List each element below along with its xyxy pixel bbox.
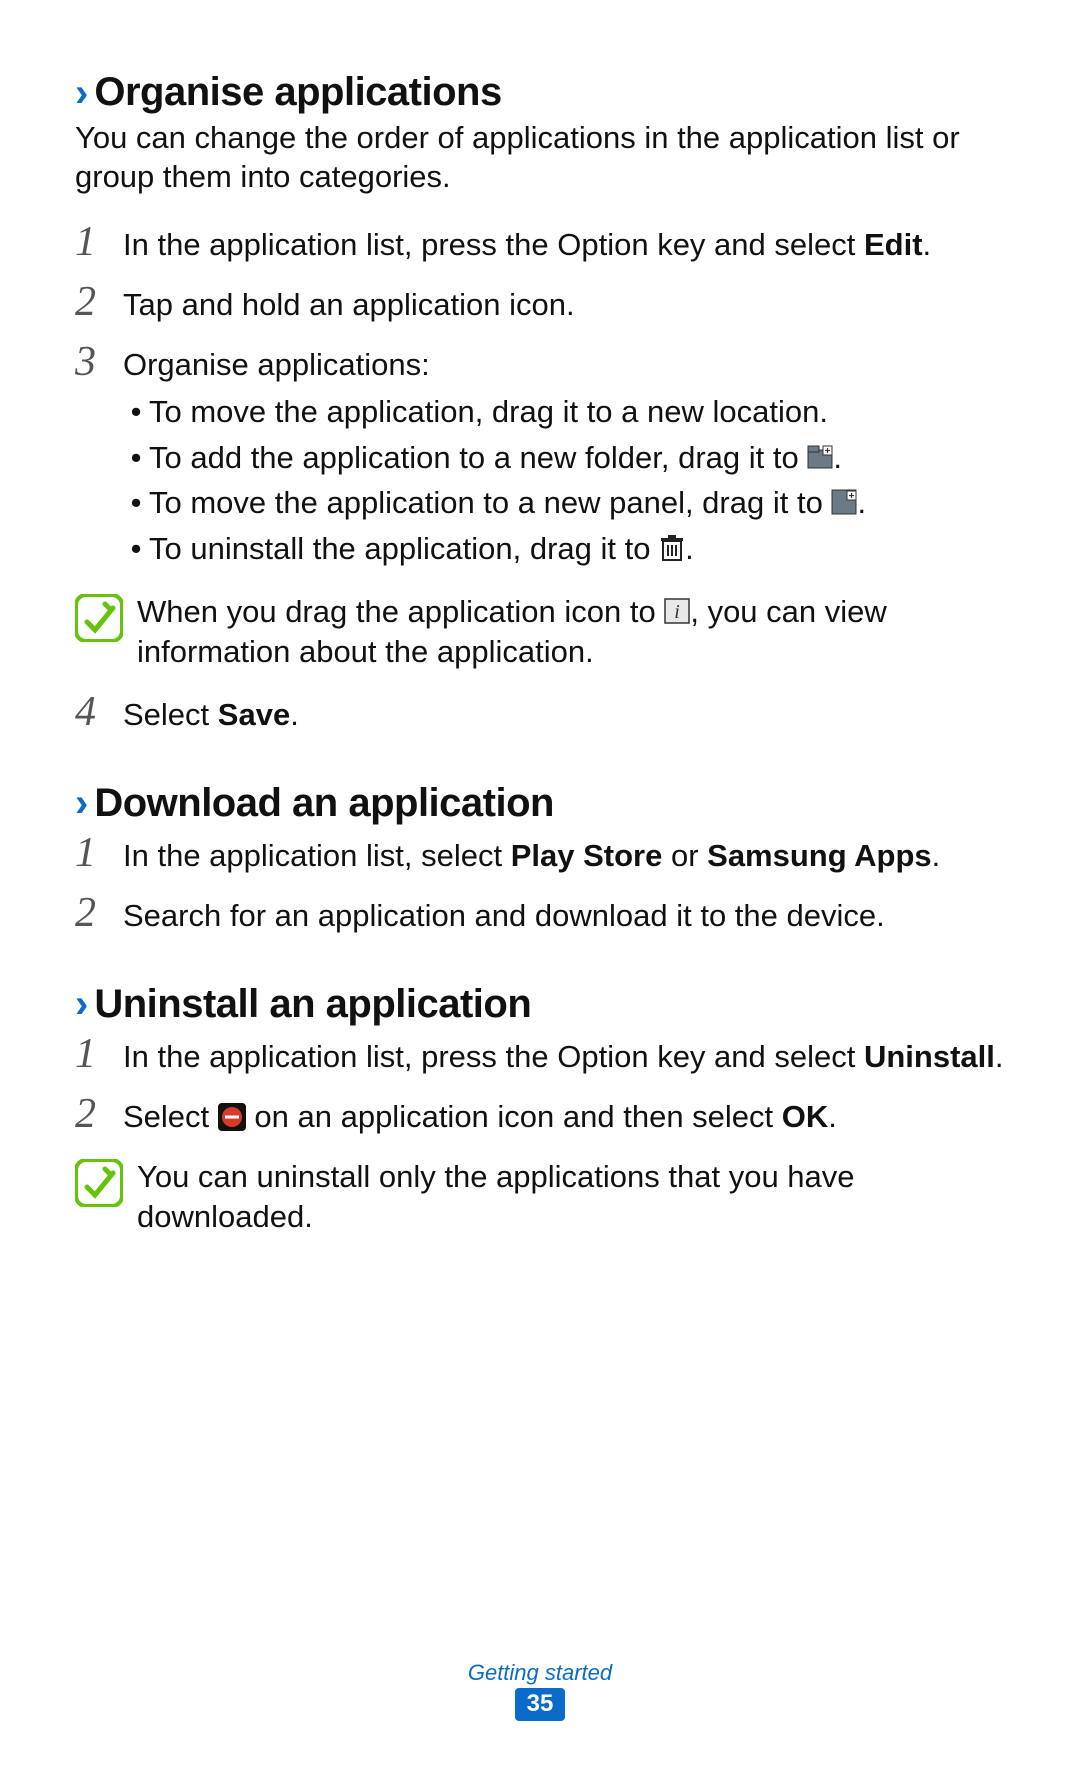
note-text: You can uninstall only the applications …: [137, 1157, 1005, 1238]
chevron-icon: ›: [75, 783, 88, 823]
text: Select: [123, 1099, 218, 1134]
step-number: 3: [75, 341, 123, 383]
text: .: [828, 1099, 837, 1134]
step-body: In the application list, press the Optio…: [123, 225, 1005, 265]
step-row: 2 Select on an application icon and then…: [75, 1097, 1005, 1139]
heading-text: Organise applications: [94, 70, 501, 115]
text: .: [857, 485, 866, 520]
text: Organise applications:: [123, 347, 430, 382]
step-row: 3 Organise applications: • To move the a…: [75, 345, 1005, 575]
chevron-icon: ›: [75, 73, 88, 113]
step-number: 1: [75, 832, 123, 874]
step-row: 1 In the application list, select Play S…: [75, 836, 1005, 878]
heading-text: Uninstall an application: [94, 982, 531, 1027]
manual-page: › Organise applications You can change t…: [0, 0, 1080, 1771]
step-number: 2: [75, 892, 123, 934]
folder-add-icon: [807, 444, 833, 470]
bold-text: Uninstall: [864, 1039, 995, 1074]
text: When you drag the application icon to: [137, 594, 664, 629]
note-text: When you drag the application icon to i,…: [137, 592, 1005, 673]
text: To move the application, drag it to a ne…: [149, 391, 828, 433]
step-body: Organise applications: • To move the app…: [123, 345, 1005, 575]
text: .: [995, 1039, 1004, 1074]
step-body: In the application list, select Play Sto…: [123, 836, 1005, 876]
bullet-dot-icon: •: [123, 437, 149, 479]
note-row: You can uninstall only the applications …: [75, 1157, 1005, 1238]
note-icon: [75, 594, 123, 642]
text: on an application icon and then select: [246, 1099, 782, 1134]
text: In the application list, press the Optio…: [123, 227, 864, 262]
text: .: [833, 440, 842, 475]
text: To add the application to a new folder, …: [149, 437, 842, 479]
chevron-icon: ›: [75, 984, 88, 1024]
step-row: 1 In the application list, press the Opt…: [75, 1037, 1005, 1079]
step-number: 2: [75, 1093, 123, 1135]
text: .: [923, 227, 932, 262]
step-row: 1 In the application list, press the Opt…: [75, 225, 1005, 267]
note-icon: [75, 1159, 123, 1207]
note-row: When you drag the application icon to i,…: [75, 592, 1005, 673]
bullet-item: • To add the application to a new folder…: [123, 437, 1005, 479]
step-body: Select on an application icon and then s…: [123, 1097, 1005, 1137]
step-row: 2 Search for an application and download…: [75, 896, 1005, 938]
text: To uninstall the application, drag it to…: [149, 528, 694, 570]
heading-text: Download an application: [94, 781, 554, 826]
bold-text: Play Store: [511, 838, 663, 873]
bold-text: Samsung Apps: [707, 838, 932, 873]
trash-icon: [659, 535, 685, 561]
text: Select: [123, 697, 218, 732]
svg-text:i: i: [675, 601, 681, 623]
section-heading-organise: › Organise applications: [75, 70, 1005, 115]
panel-add-icon: [831, 489, 857, 515]
text: In the application list, press the Optio…: [123, 1039, 864, 1074]
section-heading-uninstall: › Uninstall an application: [75, 982, 1005, 1027]
text: .: [290, 697, 299, 732]
bold-text: Save: [218, 697, 290, 732]
step-row: 4 Select Save.: [75, 695, 1005, 737]
step-body: Search for an application and download i…: [123, 896, 1005, 936]
text: In the application list, select: [123, 838, 511, 873]
chapter-label: Getting started: [0, 1660, 1080, 1686]
bullet-list: • To move the application, drag it to a …: [123, 391, 1005, 570]
text: To add the application to a new folder, …: [149, 440, 807, 475]
text: .: [932, 838, 941, 873]
step-number: 2: [75, 281, 123, 323]
bullet-item: • To move the application, drag it to a …: [123, 391, 1005, 433]
step-row: 2 Tap and hold an application icon.: [75, 285, 1005, 327]
step-body: In the application list, press the Optio…: [123, 1037, 1005, 1077]
page-number: 35: [515, 1688, 566, 1721]
section-heading-download: › Download an application: [75, 781, 1005, 826]
info-icon: i: [664, 598, 690, 624]
step-body: Tap and hold an application icon.: [123, 285, 1005, 325]
text: To uninstall the application, drag it to: [149, 531, 659, 566]
bullet-dot-icon: •: [123, 482, 149, 524]
bold-text: OK: [782, 1099, 829, 1134]
step-number: 1: [75, 221, 123, 263]
step-body: Select Save.: [123, 695, 1005, 735]
bullet-item: • To uninstall the application, drag it …: [123, 528, 1005, 570]
bullet-dot-icon: •: [123, 528, 149, 570]
text: To move the application to a new panel, …: [149, 485, 831, 520]
text: To move the application to a new panel, …: [149, 482, 866, 524]
bullet-dot-icon: •: [123, 391, 149, 433]
text: or: [662, 838, 707, 873]
bullet-item: • To move the application to a new panel…: [123, 482, 1005, 524]
page-footer: Getting started 35: [0, 1660, 1080, 1721]
step-number: 4: [75, 691, 123, 733]
text: .: [685, 531, 694, 566]
step-number: 1: [75, 1033, 123, 1075]
bold-text: Edit: [864, 227, 923, 262]
remove-circle-icon: [218, 1103, 246, 1131]
intro-text: You can change the order of applications…: [75, 119, 1005, 197]
